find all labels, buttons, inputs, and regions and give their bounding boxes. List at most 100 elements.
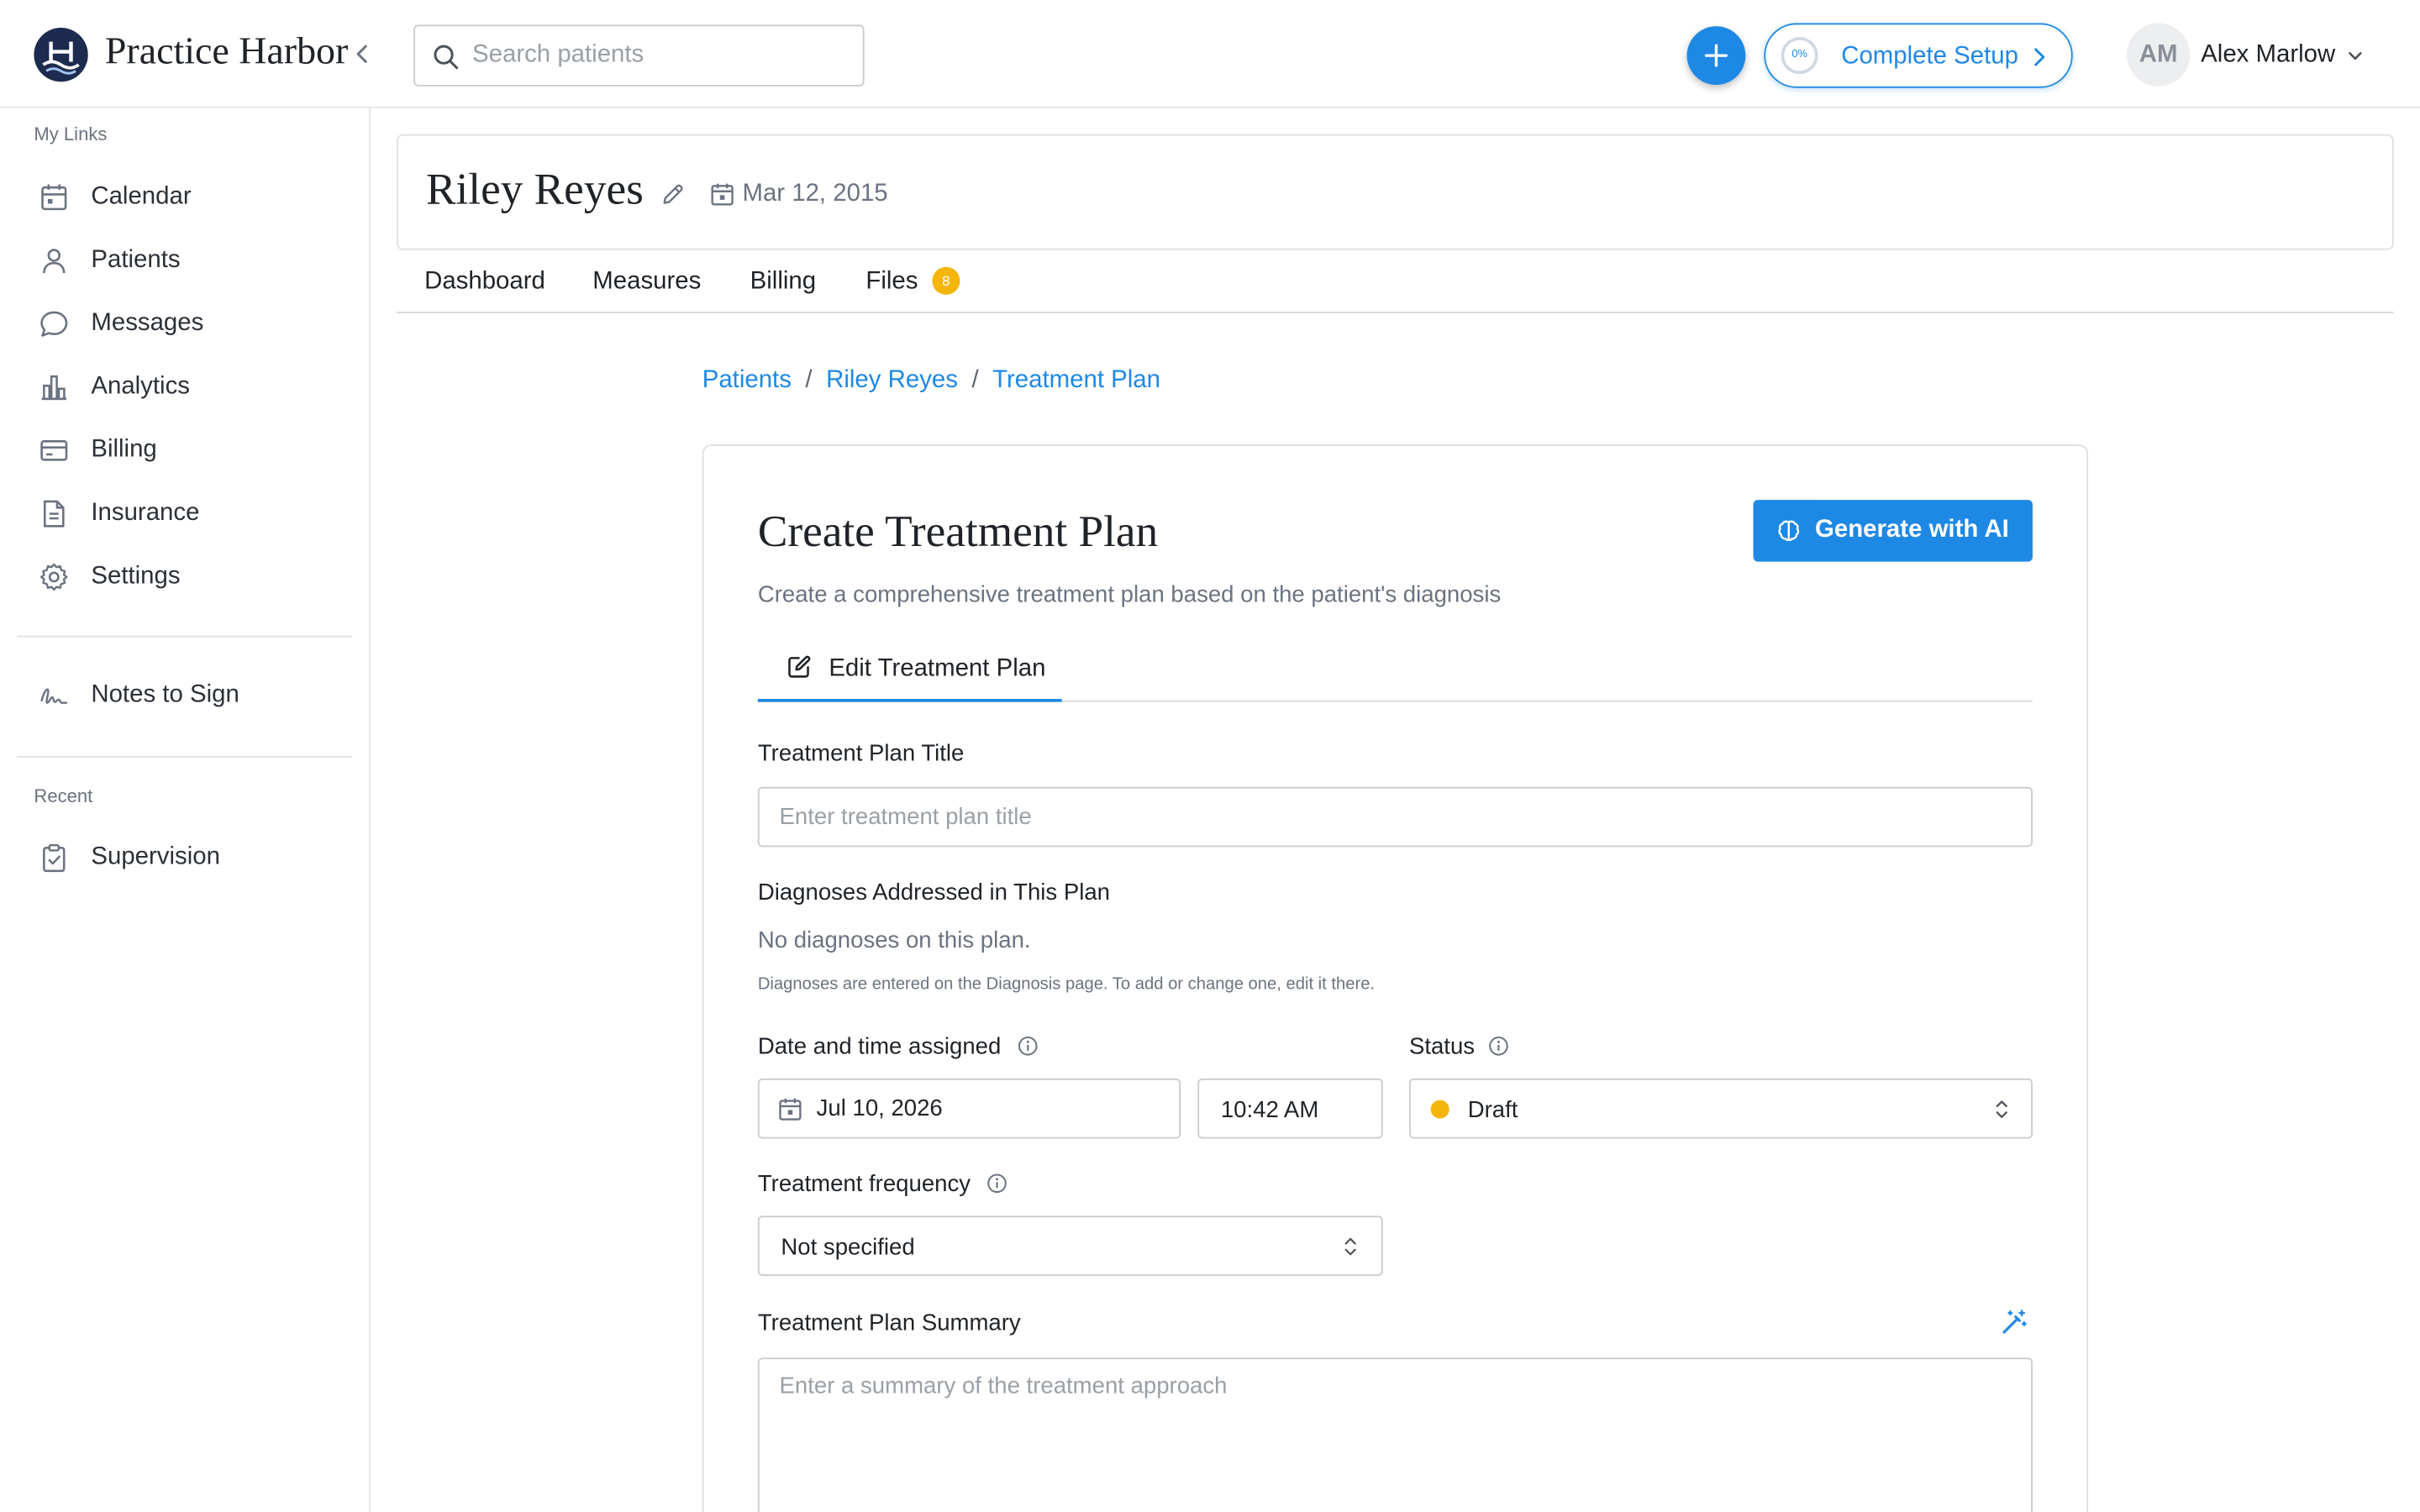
sidebar-item-billing[interactable]: Billing (18, 423, 352, 478)
setup-progress-ring: 0% (1781, 37, 1818, 75)
treatment-plan-card: Create Treatment Plan Generate with AI C… (702, 444, 2089, 1512)
status-select[interactable]: Draft (1408, 1078, 2033, 1139)
no-diagnoses-text: No diagnoses on this plan. (757, 927, 1031, 954)
breadcrumb-separator: / (805, 367, 813, 394)
frequency-select[interactable]: Not specified (757, 1215, 1383, 1276)
add-button[interactable] (1686, 26, 1746, 86)
sidebar-item-supervision[interactable]: Supervision (18, 830, 352, 885)
generate-with-ai-button[interactable]: Generate with AI (1753, 500, 2033, 562)
sidebar-item-label: Insurance (91, 500, 200, 527)
sidebar-item-settings[interactable]: Settings (18, 549, 352, 605)
select-arrows-icon (1996, 1100, 2007, 1118)
brand-name: Practice Harbor (104, 30, 349, 73)
signature-icon (40, 688, 68, 704)
form-tabs: Edit Treatment Plan (757, 643, 2033, 702)
sidebar-divider (17, 756, 352, 758)
complete-setup-button[interactable]: 0% Complete Setup (1764, 23, 2073, 88)
time-value: 10:42 AM (1220, 1096, 1319, 1124)
document-icon (43, 500, 65, 528)
frequency-value: Not specified (781, 1234, 915, 1261)
plan-title-label: Treatment Plan Title (757, 740, 965, 767)
collapse-sidebar-icon[interactable] (350, 37, 375, 71)
diagnoses-help-text: Diagnoses are entered on the Diagnosis p… (757, 974, 1376, 994)
top-bar: Practice Harbor 0% Complete Setup AM Ale… (0, 0, 2420, 108)
search-icon (434, 45, 459, 70)
info-icon[interactable] (1488, 1035, 1510, 1057)
status-value: Draft (1467, 1096, 1518, 1124)
generate-with-ai-label: Generate with AI (1815, 517, 2009, 543)
sidebar-item-label: Calendar (91, 183, 192, 210)
section-recent: Recent (34, 785, 93, 807)
calendar-icon (711, 183, 734, 206)
patient-name: Riley Reyes (425, 165, 644, 215)
info-icon[interactable] (1017, 1035, 1039, 1057)
sidebar-item-label: Settings (91, 563, 181, 590)
sidebar-item-label: Analytics (91, 373, 190, 400)
date-picker[interactable]: Jul 10, 2026 (757, 1078, 1181, 1139)
sidebar-item-label: Billing (91, 436, 157, 464)
magic-wand-icon[interactable] (2000, 1309, 2028, 1336)
breadcrumb: Patients / Riley Reyes / Treatment Plan (702, 367, 1160, 395)
page-title: Create Treatment Plan (757, 507, 1159, 558)
time-picker[interactable]: 10:42 AM (1197, 1078, 1383, 1139)
calendar-icon (779, 1098, 802, 1121)
setup-label: Complete Setup (1841, 43, 2018, 70)
sidebar-item-analytics[interactable]: Analytics (18, 360, 352, 415)
sidebar-item-calendar[interactable]: Calendar (18, 170, 352, 225)
patient-dob: Mar 12, 2015 (742, 180, 888, 207)
section-my-links: My Links (34, 123, 108, 145)
person-icon (43, 249, 66, 274)
frequency-label: Treatment frequency (757, 1171, 971, 1198)
tab-dashboard[interactable]: Dashboard (424, 269, 545, 297)
practice-harbor-logo-icon[interactable] (34, 28, 88, 82)
user-avatar[interactable]: AM (2127, 23, 2191, 87)
breadcrumb-patient[interactable]: Riley Reyes (826, 367, 958, 393)
chevron-right-icon (2034, 48, 2045, 66)
status-dot (1430, 1100, 1449, 1119)
files-count-badge: 8 (932, 266, 960, 295)
user-name[interactable]: Alex Marlow (2201, 42, 2335, 70)
sidebar-item-label: Supervision (91, 843, 220, 870)
sidebar-item-messages[interactable]: Messages (18, 297, 352, 352)
clipboard-check-icon (43, 843, 66, 873)
patient-search[interactable] (413, 24, 865, 87)
breadcrumb-treatment-plan[interactable]: Treatment Plan (992, 367, 1160, 393)
brain-icon (1778, 520, 1800, 542)
edit-square-icon (788, 655, 811, 678)
gear-icon (40, 563, 68, 591)
edit-pencil-icon[interactable] (660, 182, 685, 207)
summary-label: Treatment Plan Summary (757, 1310, 1021, 1336)
tab-edit-label: Edit Treatment Plan (829, 655, 1046, 682)
sidebar-item-patients[interactable]: Patients (18, 233, 352, 288)
summary-textarea[interactable] (779, 1371, 1999, 1511)
patient-header: Riley Reyes Mar 12, 2015 (397, 134, 2394, 250)
date-value: Jul 10, 2026 (816, 1095, 943, 1122)
sidebar-divider (17, 635, 352, 638)
chat-bubble-icon (40, 311, 68, 337)
sidebar-item-notes-to-sign[interactable]: Notes to Sign (18, 668, 352, 723)
plan-title-field[interactable] (757, 786, 2033, 848)
page-subtitle: Create a comprehensive treatment plan ba… (757, 581, 1502, 608)
breadcrumb-separator: / (971, 367, 979, 394)
patient-tabs: Dashboard Measures Billing Files 8 (397, 250, 2394, 313)
bar-chart-icon (41, 375, 66, 401)
select-arrows-icon (1344, 1237, 1356, 1256)
tab-measures[interactable]: Measures (592, 269, 701, 297)
search-input[interactable] (472, 26, 843, 86)
credit-card-icon (40, 440, 68, 461)
chevron-down-icon[interactable] (2346, 46, 2365, 65)
plus-icon (1704, 44, 1728, 67)
diagnoses-label: Diagnoses Addressed in This Plan (757, 879, 1110, 906)
tab-edit-treatment-plan[interactable]: Edit Treatment Plan (757, 643, 1062, 702)
tab-billing[interactable]: Billing (750, 269, 816, 297)
status-label: Status (1408, 1033, 1476, 1060)
info-icon[interactable] (986, 1173, 1008, 1194)
sidebar-item-label: Messages (91, 310, 204, 337)
sidebar: My Links Calendar Patients Messages Anal… (0, 108, 371, 1512)
summary-field[interactable] (757, 1357, 2033, 1512)
breadcrumb-patients[interactable]: Patients (702, 367, 792, 393)
date-time-label: Date and time assigned (757, 1033, 1002, 1060)
sidebar-item-insurance[interactable]: Insurance (18, 486, 352, 542)
tab-files[interactable]: Files (865, 269, 918, 297)
plan-title-input[interactable] (779, 788, 1984, 846)
